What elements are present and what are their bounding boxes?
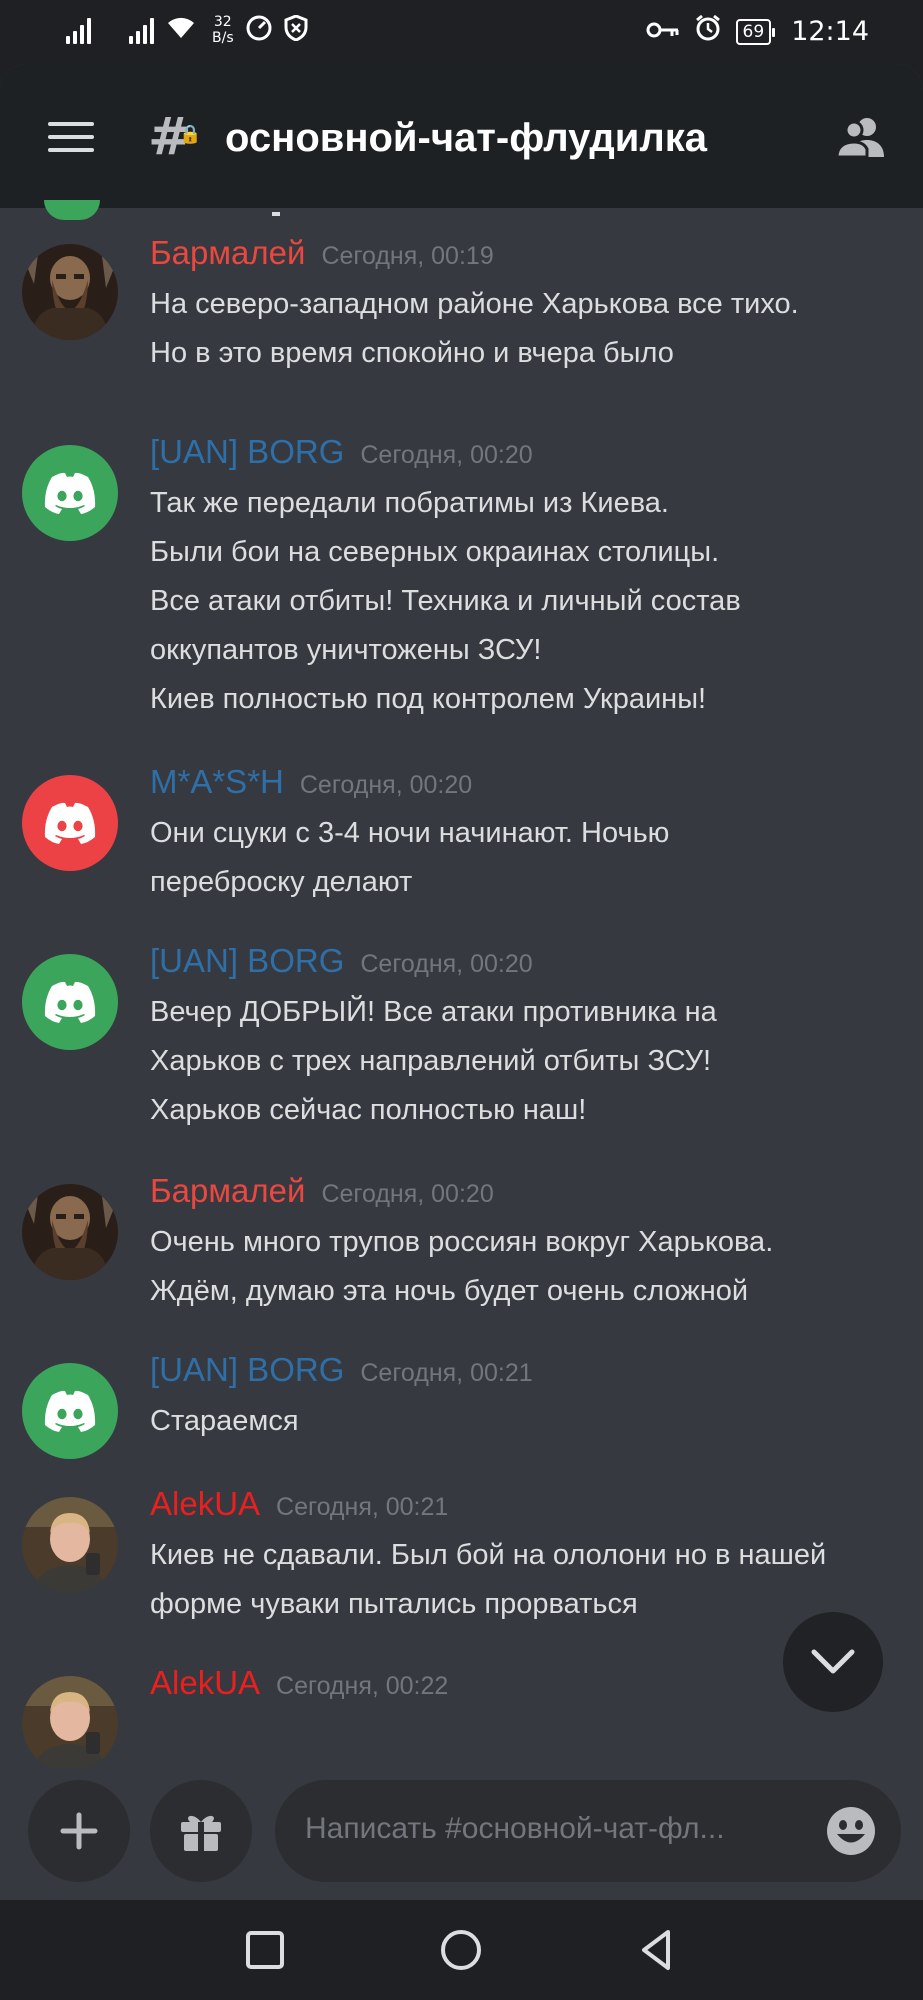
message-timestamp: Сегодня, 00:20 [299,771,473,799]
message-line: Харьков сейчас полностью наш! [150,1094,587,1126]
back-icon[interactable] [636,1928,680,1972]
avatar[interactable] [22,1676,118,1772]
vpn-shield-icon [284,14,308,45]
scroll-to-bottom-button[interactable] [783,1612,883,1712]
message-timestamp: Сегодня, 00:20 [321,1180,494,1208]
message-line: Но в это время спокойно и вчера было [150,337,674,369]
emoji-icon[interactable] [825,1805,877,1857]
wifi-icon [166,14,196,46]
home-icon[interactable] [439,1928,483,1972]
message-line: На северо-западном районе Харькова все т… [150,288,799,320]
message-author[interactable]: AlekUA [150,1485,260,1523]
message-timestamp: Сегодня, 00:21 [276,1493,449,1521]
composer-bar: Написать #основной-чат-фл... [0,1768,923,1900]
hamburger-icon[interactable] [48,122,94,152]
hash-lock-icon: # 🔒 [148,107,202,167]
message-input-placeholder: Написать #основной-чат-фл... [305,1812,725,1845]
message-line: оккупантов уничтожены ЗСУ! [150,634,542,666]
message-body: Они сцуки с 3-4 ночи начинают. Ночью пер… [150,809,910,907]
battery-indicator: 69 [735,18,775,45]
gift-icon [181,1815,221,1851]
message-body: Стараемся [150,1397,910,1446]
attach-button[interactable] [28,1780,130,1882]
plus-icon [60,1812,98,1850]
avatar[interactable] [22,244,118,340]
discord-logo-icon [44,472,96,514]
members-icon[interactable] [834,115,888,159]
message-line: форме чуваки пытались прорваться [150,1588,638,1620]
key-icon [646,16,680,47]
message-timestamp: Сегодня, 00:20 [360,950,533,978]
network-speed: 32 B/s [212,14,234,46]
channel-title: основной-чат-флудилка [225,116,708,160]
avatar[interactable] [22,775,118,871]
message-author[interactable]: Бармалей [150,234,305,272]
avatar[interactable] [22,445,118,541]
chevron-down-icon [811,1649,855,1674]
avatar[interactable] [22,1363,118,1459]
speed-unit: B/s [212,30,234,46]
message-timestamp: Сегодня, 00:22 [276,1672,449,1700]
signal-icon-2 [129,16,154,44]
message-timestamp: Сегодня, 00:21 [360,1359,533,1387]
message-author[interactable]: AlekUA [150,1664,260,1702]
message-line: Киев не сдавали. Был бой на ололони но в… [150,1539,827,1571]
avatar[interactable] [22,1184,118,1280]
message-line: переброску делают [150,866,413,898]
message-line: Они сцуки с 3-4 ночи начинают. Ночью [150,817,670,849]
avatar[interactable] [22,954,118,1050]
discord-logo-icon [44,981,96,1023]
message-line: Все атаки отбиты! Техника и личный соста… [150,585,741,617]
recent-apps-icon[interactable] [243,1928,287,1972]
gift-button[interactable] [150,1780,252,1882]
message-body: Так же передали побратимы из Киева. Были… [150,479,910,724]
speed-gauge-icon [246,15,272,45]
system-nav-bar [0,1900,923,2000]
message-line: Стараемся [150,1405,299,1437]
message-author[interactable]: [UAN] BORG [150,1351,344,1389]
message-line: Так же передали побратимы из Киева. [150,487,669,519]
message-body: Вечер ДОБРЫЙ! Все атаки противника на Ха… [150,988,910,1135]
message-author[interactable]: Бармалей [150,1172,305,1210]
message-body: На северо-западном районе Харькова все т… [150,280,910,378]
message-author[interactable]: [UAN] BORG [150,942,344,980]
channel-header: # 🔒 основной-чат-флудилка [0,64,923,208]
message-author[interactable]: [UAN] BORG [150,433,344,471]
message-timestamp: Сегодня, 00:20 [360,441,533,469]
discord-logo-icon [44,1390,96,1432]
message-timestamp: Сегодня, 00:19 [321,242,494,270]
discord-logo-icon [44,802,96,844]
clock: 12:14 [791,16,869,47]
message-body: Очень много трупов россиян вокруг Харько… [150,1218,910,1316]
message-body: Киев не сдавали. Был бой на ололони но в… [150,1531,910,1629]
avatar[interactable] [22,1497,118,1593]
message-line: Харьков с трех направлений отбиты ЗСУ! [150,1045,712,1077]
speed-value: 32 [213,14,232,30]
chat-screen: # 🔒 основной-чат-флудилка Бармалей Сегод… [0,64,923,1900]
message-line: Киев полностью под контролем Украины! [150,683,707,715]
alarm-icon [694,14,722,49]
partial-avatar [44,200,100,220]
partial-text [272,212,280,216]
message-list[interactable]: Бармалей Сегодня, 00:19 На северо-западн… [0,200,923,1772]
message-line: Были бои на северных окраинах столицы. [150,536,720,568]
signal-icon [66,16,91,44]
message-line: Очень много трупов россиян вокруг Харько… [150,1226,774,1258]
message-line: Ждём, думаю эта ночь будет очень сложной [150,1275,749,1307]
status-bar: 32 B/s 69 12:14 [0,0,923,64]
message-line: Вечер ДОБРЫЙ! Все атаки противника на [150,996,717,1028]
message-input[interactable]: Написать #основной-чат-фл... [275,1780,901,1882]
message-author[interactable]: M*A*S*H [150,763,284,801]
